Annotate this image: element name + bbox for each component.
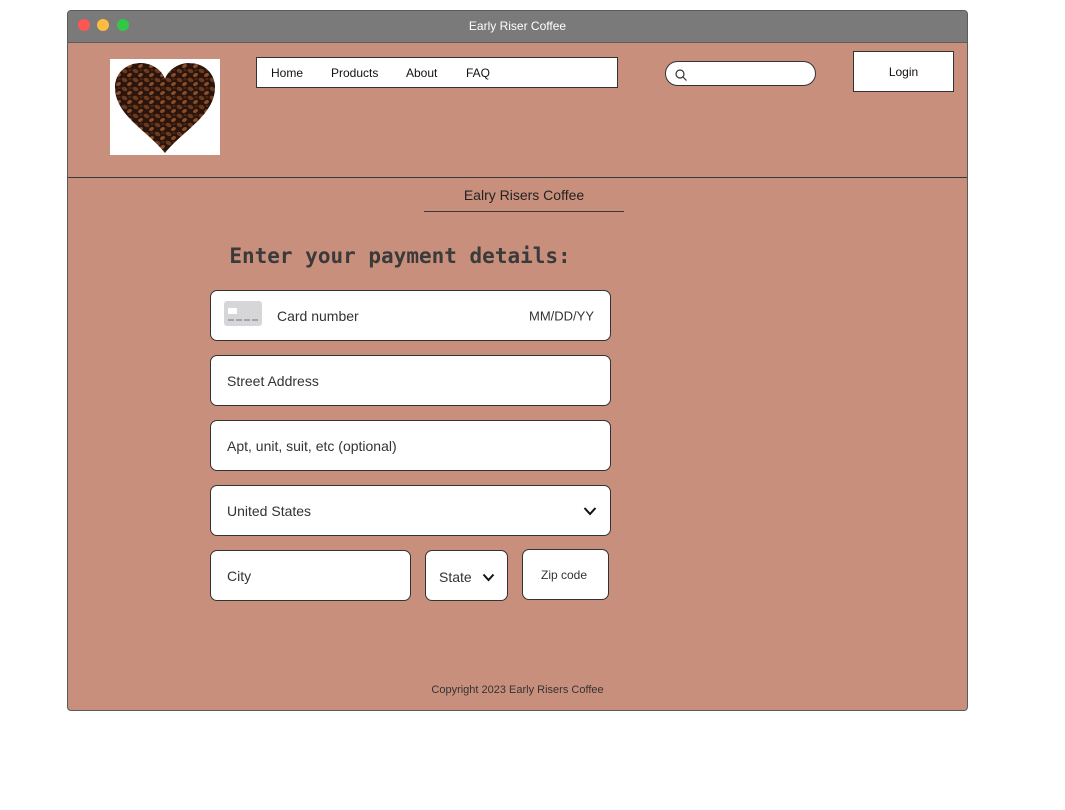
apt-unit-field[interactable]: Apt, unit, suit, etc (optional) <box>210 420 611 471</box>
header-divider <box>68 177 967 178</box>
chevron-down-icon <box>482 573 495 582</box>
zip-code-field[interactable]: Zip code <box>522 549 609 600</box>
nav-item-faq[interactable]: FAQ <box>466 66 490 80</box>
street-address-field[interactable]: Street Address <box>210 355 611 406</box>
credit-card-icon <box>224 301 262 326</box>
browser-window: Early Riser Coffee Home Products About F… <box>67 10 968 711</box>
state-select[interactable]: State <box>425 550 508 601</box>
nav-item-products[interactable]: Products <box>331 66 378 80</box>
state-value: State <box>439 569 472 585</box>
city-field[interactable]: City <box>210 550 411 601</box>
city-placeholder: City <box>227 567 252 584</box>
window-title: Early Riser Coffee <box>468 19 567 33</box>
card-number-field[interactable]: Card number MM/DD/YY <box>210 290 611 341</box>
nav-item-home[interactable]: Home <box>271 66 303 80</box>
coffee-heart-logo[interactable] <box>110 59 220 155</box>
main-nav: Home Products About FAQ <box>256 57 618 88</box>
copyright-text: Copyright 2023 Early Risers Coffee <box>431 684 604 696</box>
window-titlebar: Early Riser Coffee <box>68 11 967 43</box>
search-input[interactable] <box>665 61 816 86</box>
search-icon <box>675 69 687 81</box>
nav-item-about[interactable]: About <box>406 66 437 80</box>
card-number-placeholder: Card number <box>277 307 359 324</box>
login-button[interactable]: Login <box>853 51 954 92</box>
store-name-underline <box>424 211 624 212</box>
apt-unit-placeholder: Apt, unit, suit, etc (optional) <box>227 437 397 454</box>
country-select[interactable]: United States <box>210 485 611 536</box>
chevron-down-icon <box>583 507 597 516</box>
street-address-placeholder: Street Address <box>227 372 319 389</box>
payment-heading: Enter your payment details: <box>229 244 571 268</box>
country-value: United States <box>227 502 312 519</box>
store-name: Ealry Risers Coffee <box>463 187 585 203</box>
expiry-date-field[interactable]: MM/DD/YY <box>529 308 594 323</box>
zip-code-placeholder: Zip code <box>541 567 588 582</box>
